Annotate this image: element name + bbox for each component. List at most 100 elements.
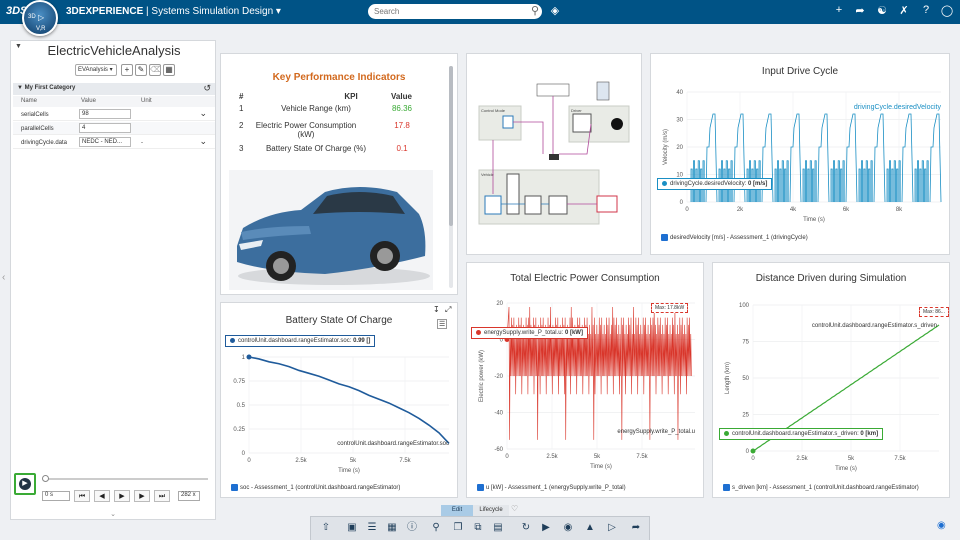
play-icon: ▷ bbox=[38, 13, 45, 22]
kpi-card: Key Performance Indicators # KPI Value 1… bbox=[220, 53, 458, 295]
checkbox-icon[interactable] bbox=[723, 484, 730, 491]
tab-edit[interactable]: Edit bbox=[441, 505, 473, 516]
search-icon[interactable]: ⚲ bbox=[528, 4, 542, 17]
favorite-icon[interactable]: ♡ bbox=[511, 504, 518, 513]
param-row: serialCells 98 ⌄ bbox=[13, 108, 215, 121]
add-icon[interactable]: + bbox=[121, 64, 133, 76]
system-diagram[interactable]: Control Mode Driver Vehicle bbox=[467, 54, 643, 256]
chart-tooltip: energySupply.write_P_total.u: 0 [kW] bbox=[471, 327, 588, 340]
refresh-icon[interactable]: ↺ bbox=[203, 83, 211, 94]
collapse-left-icon[interactable]: ‹ bbox=[2, 272, 5, 283]
scrollbar[interactable] bbox=[449, 66, 453, 288]
table-icon[interactable]: ▦ bbox=[385, 521, 399, 535]
copy-icon[interactable]: ❐ bbox=[451, 521, 465, 535]
checkbox-icon[interactable] bbox=[661, 234, 668, 241]
search-input[interactable] bbox=[368, 4, 542, 19]
panel-title: ElectricVehicleAnalysis bbox=[47, 43, 181, 58]
export-icon[interactable]: ⇧ bbox=[319, 521, 333, 535]
series-dot bbox=[724, 431, 729, 436]
data-point bbox=[750, 448, 756, 454]
prev-frame-button[interactable]: ◀ bbox=[94, 490, 110, 502]
soc-chart[interactable]: 0 0.25 0.5 0.75 1 0 2.5k 5k 7.5k Time (s) controlU… bbox=[221, 303, 459, 499]
drive-cycle-chart[interactable]: 0102030400 2k 4k 6k 8kTime (s)Velocity (m/s)… bbox=[651, 54, 951, 256]
first-frame-button[interactable]: ⏮ bbox=[74, 490, 90, 502]
chart-legend[interactable]: u [kW] - Assessment_1 (energySupply.writ… bbox=[477, 484, 626, 491]
save-icon[interactable]: ▣ bbox=[345, 521, 359, 535]
compass-widget[interactable]: 3D ▷ V,R bbox=[22, 0, 58, 36]
param-name: parallelCells bbox=[21, 126, 54, 132]
chat-icon[interactable]: ◉ bbox=[937, 520, 946, 531]
user-icon[interactable]: ◯ bbox=[940, 4, 954, 17]
loop-icon[interactable]: ↻ bbox=[519, 521, 533, 535]
scrollbar-thumb[interactable] bbox=[449, 66, 453, 226]
layers-icon[interactable]: ⧉ bbox=[471, 521, 485, 535]
analysis-select[interactable]: EVAnalysis ▾ bbox=[75, 64, 117, 76]
chart-icon[interactable]: ▲ bbox=[583, 521, 597, 535]
parameters-panel: ▼ ElectricVehicleAnalysis EVAnalysis ▾ +… bbox=[10, 40, 216, 520]
export-file-icon[interactable]: ➦ bbox=[629, 521, 643, 535]
chart-legend[interactable]: s_driven [km] - Assessment_1 (controlUni… bbox=[723, 484, 919, 491]
expand-icon[interactable]: ⌄ bbox=[10, 510, 216, 520]
checkbox-icon[interactable] bbox=[231, 484, 238, 491]
distance-chart[interactable]: 0 25 50 75 100 0 2.5k 5k 7.5k Time (s) Length (km)… bbox=[713, 263, 951, 499]
grid-icon[interactable]: ▦ bbox=[163, 64, 175, 76]
next-frame-button[interactable]: ▶ bbox=[134, 490, 150, 502]
last-frame-button[interactable]: ⏭ bbox=[154, 490, 170, 502]
checkbox-icon[interactable] bbox=[477, 484, 484, 491]
kpi-value: 17.8 bbox=[394, 121, 410, 130]
timeline-knob[interactable] bbox=[42, 475, 49, 482]
search-icon[interactable]: ⚲ bbox=[429, 521, 443, 535]
help-icon[interactable]: ? bbox=[919, 4, 933, 16]
chart-tooltip: controlUnit.dashboard.rangeEstimator.soc… bbox=[225, 335, 376, 348]
record-icon[interactable]: ◉ bbox=[561, 521, 575, 535]
param-value-select[interactable]: NEDC - NED... bbox=[79, 137, 131, 147]
param-value-field[interactable]: 98 bbox=[79, 109, 131, 119]
param-value-field[interactable]: 4 bbox=[79, 123, 131, 133]
legend-label: u [kW] - Assessment_1 (energySupply.writ… bbox=[486, 485, 626, 492]
x-tick-label: 0 bbox=[247, 458, 251, 464]
tooltip-value: 0 [m/s] bbox=[748, 181, 768, 188]
play-button[interactable]: ▶ bbox=[114, 490, 130, 502]
tooltip-value: 0 [kW] bbox=[564, 330, 583, 337]
column-unit: Unit bbox=[141, 98, 152, 104]
play-icon[interactable]: ▶ bbox=[539, 521, 553, 535]
list-icon[interactable]: ☰ bbox=[365, 521, 379, 535]
category-title: My First Category bbox=[24, 85, 76, 91]
simulate-button[interactable]: ▶ bbox=[14, 473, 36, 495]
chart-legend[interactable]: soc - Assessment_1 (controlUnit.dashboar… bbox=[231, 484, 400, 491]
y-tick-label: 20 bbox=[676, 145, 683, 151]
x-tick-label: 7.5k bbox=[399, 458, 411, 464]
share-icon[interactable]: ➦ bbox=[853, 4, 867, 17]
network-icon[interactable]: ☯ bbox=[875, 4, 889, 17]
chevron-down-icon[interactable]: ⌄ bbox=[199, 136, 207, 147]
delete-icon[interactable]: ⌫ bbox=[149, 64, 161, 76]
time-field[interactable]: 0 s bbox=[42, 491, 70, 501]
chevron-down-icon[interactable]: ▾ bbox=[276, 6, 281, 17]
tools-icon[interactable]: ✗ bbox=[897, 4, 911, 17]
kpi-value: 86.36 bbox=[391, 104, 413, 113]
y-tick-label: 25 bbox=[742, 413, 749, 419]
run-icon[interactable]: ▷ bbox=[605, 521, 619, 535]
power-chart[interactable]: -60-40-200200 2.5k 5k 7.5kTime (s)Electric … bbox=[467, 263, 705, 499]
file-icon[interactable]: ▤ bbox=[491, 521, 505, 535]
max-label: Max: 17.8kW bbox=[651, 303, 689, 313]
edit-icon[interactable]: ✎ bbox=[135, 64, 147, 76]
plus-icon[interactable]: + bbox=[832, 4, 846, 16]
timeline-slider[interactable] bbox=[42, 475, 208, 482]
x-tick-label: 4k bbox=[790, 207, 797, 213]
chevron-down-icon[interactable]: ⌄ bbox=[199, 108, 207, 119]
tag-icon[interactable]: ◈ bbox=[548, 4, 562, 17]
legend-label: desiredVelocity [m/s] - Assessment_1 (dr… bbox=[670, 235, 808, 242]
app-prefix: 3DEXPERIENCE bbox=[66, 6, 144, 17]
tooltip-label: controlUnit.dashboard.rangeEstimator.s_d… bbox=[732, 431, 859, 438]
chart-legend[interactable]: desiredVelocity [m/s] - Assessment_1 (dr… bbox=[661, 234, 808, 241]
collapse-category-icon[interactable]: ▼ bbox=[17, 85, 23, 91]
app-title[interactable]: 3DEXPERIENCE | Systems Simulation Design… bbox=[66, 6, 281, 17]
battery-soc-card: Battery State Of Charge ↧ ⤢ ☰ 0 0.25 0.5 0.… bbox=[220, 302, 458, 498]
analysis-select-value: EVAnalysis bbox=[78, 67, 108, 73]
info-icon[interactable]: ⓘ bbox=[405, 521, 419, 535]
series-label: controlUnit.dashboard.rangeEstimator.soc bbox=[337, 441, 449, 447]
tab-lifecycle[interactable]: Lifecycle bbox=[473, 505, 509, 516]
speed-field[interactable]: 282 x bbox=[178, 491, 200, 501]
category-header[interactable]: ▼ My First Category ↺ bbox=[13, 83, 215, 95]
